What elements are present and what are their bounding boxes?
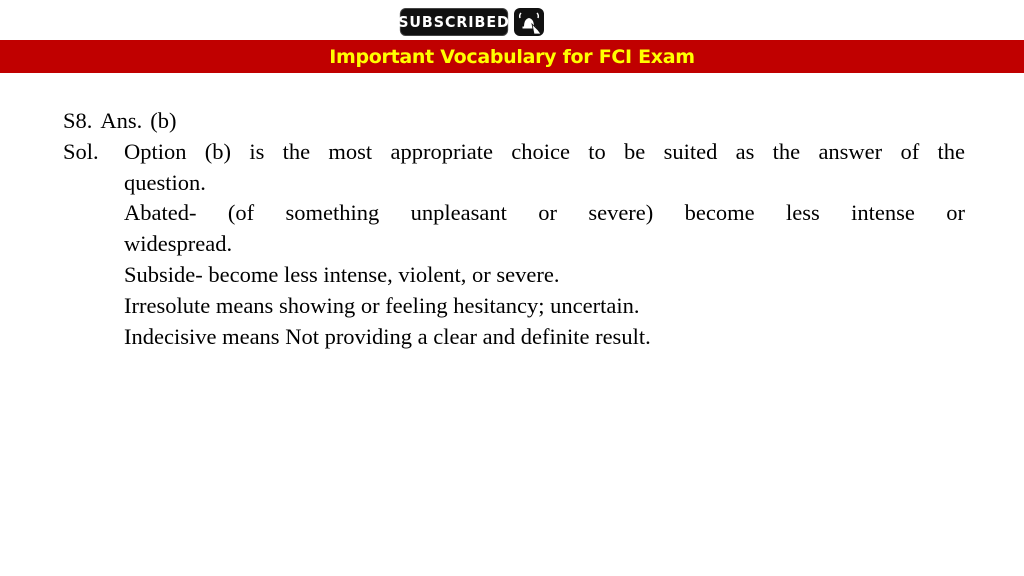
answer-value: (b) bbox=[150, 108, 177, 133]
title-banner: Important Vocabulary for FCI Exam bbox=[0, 40, 1024, 73]
subscribed-button[interactable]: SUBSCRIBED bbox=[398, 8, 509, 36]
bell-ring-icon bbox=[514, 8, 544, 36]
solution-block: S8. Ans. (b) Sol. Option (b) is the most… bbox=[63, 106, 965, 352]
solution-line: Option (b) is the most appropriate choic… bbox=[124, 138, 965, 164]
answer-line: S8. Ans. (b) bbox=[63, 106, 965, 137]
subscribe-badge[interactable]: SUBSCRIBED bbox=[397, 7, 544, 37]
solution-line: Indecisive means Not providing a clear a… bbox=[124, 323, 651, 349]
solution-section: Sol. Option (b) is the most appropriate … bbox=[63, 137, 965, 353]
banner-title: Important Vocabulary for FCI Exam bbox=[329, 45, 695, 68]
solution-line: Irresolute means showing or feeling hesi… bbox=[124, 292, 640, 318]
answer-label: Ans. bbox=[100, 108, 143, 133]
solution-line: Abated- (of something unpleasant or seve… bbox=[124, 200, 965, 226]
solution-label: Sol. bbox=[63, 138, 99, 164]
question-number: S8. bbox=[63, 108, 93, 133]
solution-line: widespread. bbox=[124, 231, 233, 257]
solution-text: Option (b) is the most appropriate choic… bbox=[124, 137, 965, 353]
solution-line: question. bbox=[124, 169, 206, 195]
solution-line: Subside- become less intense, violent, o… bbox=[124, 261, 560, 287]
